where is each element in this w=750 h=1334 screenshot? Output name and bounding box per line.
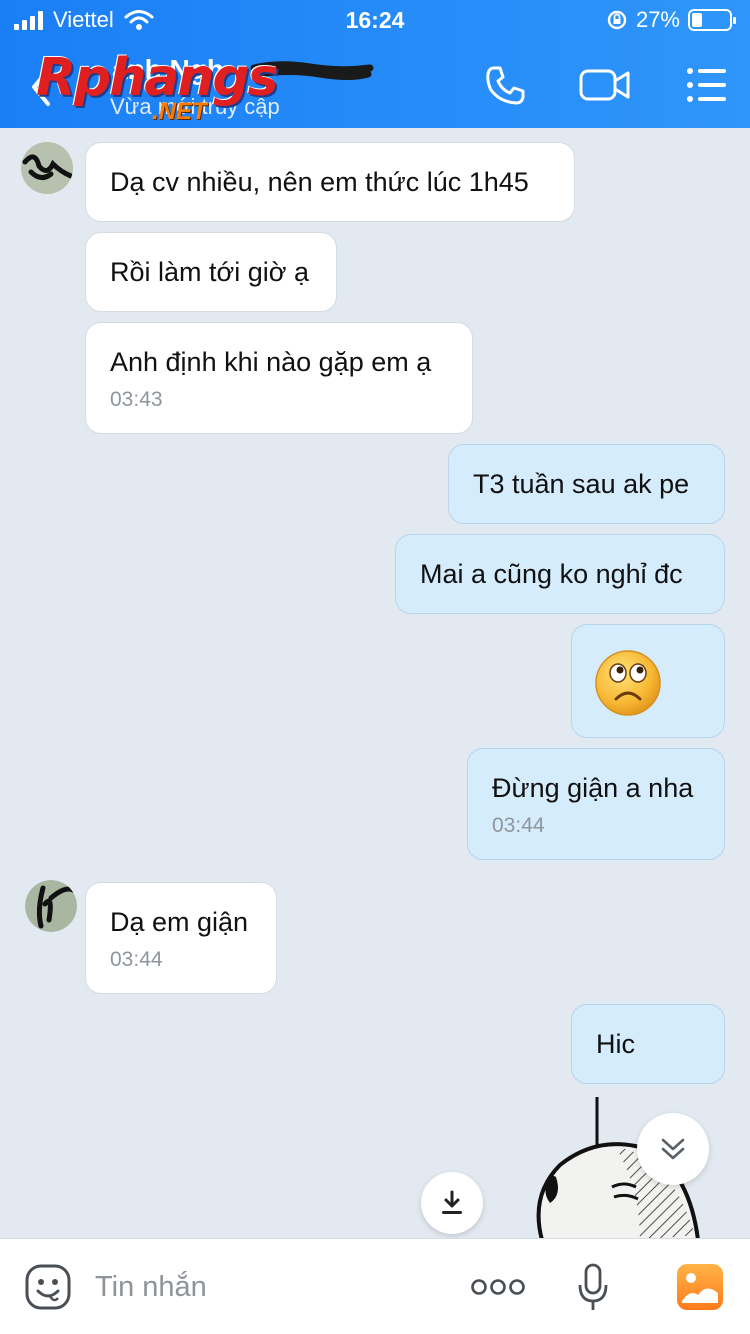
message-input[interactable] [95, 1267, 445, 1307]
call-icon[interactable] [480, 60, 530, 110]
message-bubble[interactable]: T3 tuần sau ak pe [448, 444, 725, 524]
message-text: Mai a cũng ko nghỉ đc [420, 559, 683, 589]
battery-percent: 27% [635, 7, 680, 32]
battery-icon [688, 9, 736, 31]
emoji-icon[interactable] [24, 1263, 72, 1311]
message-bubble[interactable]: Đừng giận a nha 03:44 [467, 748, 725, 860]
mic-icon[interactable] [576, 1263, 610, 1313]
message-bubble[interactable]: Mai a cũng ko nghỉ đc [395, 534, 725, 614]
message-composer [0, 1238, 750, 1334]
message-text: T3 tuần sau ak pe [473, 469, 690, 499]
message-time: 03:44 [110, 948, 163, 971]
message-time: 03:44 [492, 814, 545, 837]
message-text: Đừng giận a nha [492, 773, 694, 803]
video-call-icon[interactable] [578, 60, 632, 110]
message-bubble[interactable]: Anh định khi nào gặp em ạ 03:43 [85, 322, 473, 434]
contact-avatar[interactable] [21, 142, 73, 194]
download-button[interactable] [421, 1172, 483, 1234]
message-bubble[interactable]: Dạ cv nhiều, nên em thức lúc 1h45 [85, 142, 575, 222]
message-bubble[interactable]: Dạ em giận 03:44 [85, 882, 277, 994]
message-bubble[interactable]: Rồi làm tới giờ ạ [85, 232, 337, 312]
chat-header: Viettel 16:24 27% anh Ngh Vừa mới truy c… [0, 0, 750, 128]
message-bubble[interactable] [571, 624, 725, 738]
rotation-lock-icon [607, 10, 627, 30]
sad-face-icon [595, 650, 661, 716]
image-icon[interactable] [676, 1263, 724, 1311]
more-icon[interactable] [470, 1273, 526, 1301]
message-text: Dạ em giận [110, 907, 249, 937]
message-text: Anh định khi nào gặp em ạ [110, 347, 432, 377]
status-bar: Viettel 16:24 27% [0, 0, 750, 40]
message-text: Dạ cv nhiều, nên em thức lúc 1h45 [110, 167, 529, 197]
message-bubble[interactable]: Hic [571, 1004, 725, 1084]
message-text: Hic [596, 1029, 635, 1059]
menu-icon[interactable] [682, 60, 732, 110]
watermark-logo: Rphangs .NET [36, 48, 279, 125]
download-icon [442, 1190, 462, 1214]
scroll-down-icon [661, 1138, 685, 1160]
scroll-down-button[interactable] [637, 1113, 709, 1185]
message-time: 03:43 [110, 388, 163, 411]
contact-avatar[interactable] [25, 880, 77, 932]
message-text: Rồi làm tới giờ ạ [110, 257, 309, 287]
